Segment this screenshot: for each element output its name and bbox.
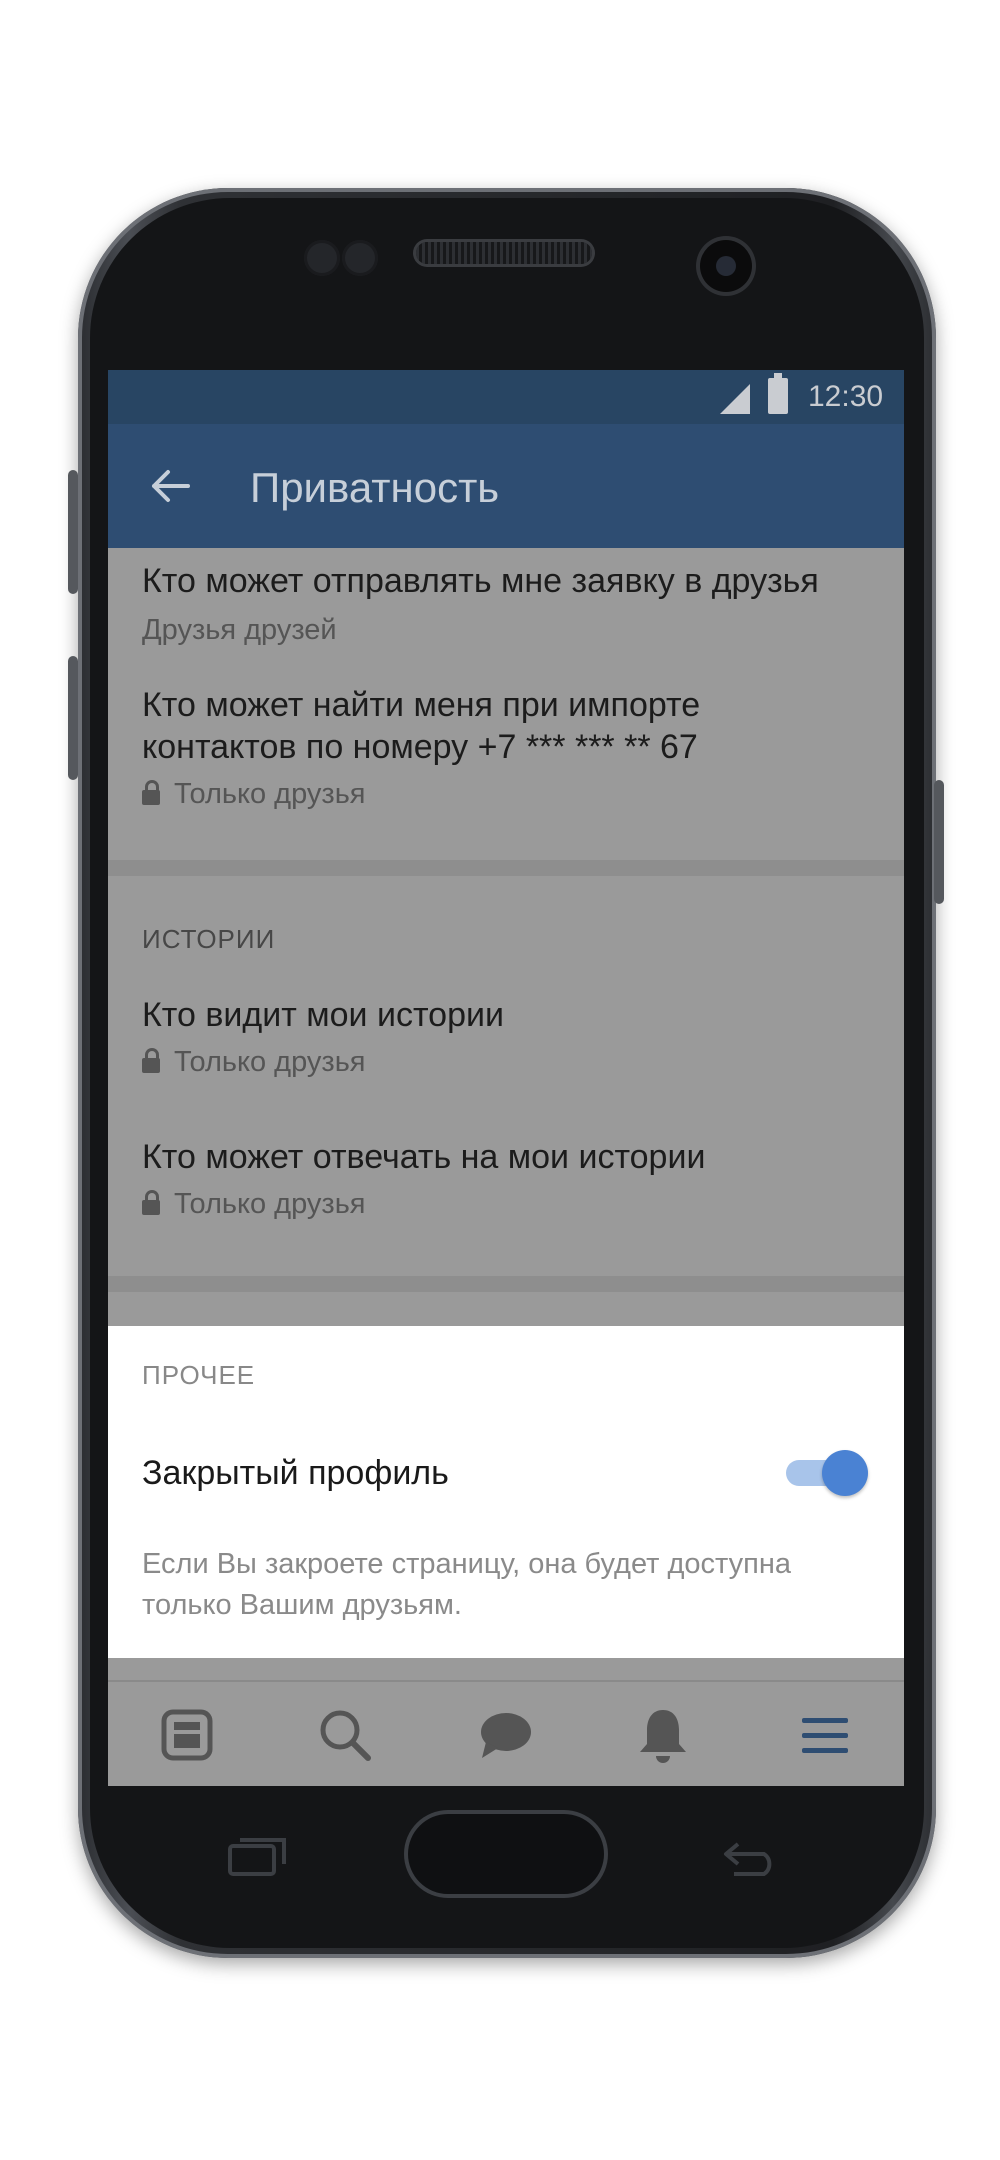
light-sensor: [342, 240, 378, 276]
home-button[interactable]: [408, 1814, 604, 1894]
phone-screen: 12:30 Приватность Кто может отправлять м…: [108, 370, 904, 1786]
setting-value: Друзья друзей: [142, 614, 337, 646]
section-header-stories: ИСТОРИИ: [142, 924, 276, 954]
bell-icon[interactable]: [634, 1706, 692, 1764]
lock-icon: [142, 1190, 160, 1215]
settings-item-contact-import[interactable]: Кто может найти меня при импорте контакт…: [108, 678, 904, 838]
section-header-other: ПРОЧЕЕ: [142, 1360, 256, 1390]
volume-up-button: [68, 470, 78, 594]
power-button: [934, 780, 944, 904]
setting-value: Только друзья: [142, 1046, 366, 1079]
front-camera: [700, 240, 752, 292]
setting-title: Кто видит мои истории: [142, 996, 504, 1034]
hardware-back-icon[interactable]: [720, 1834, 784, 1878]
menu-icon[interactable]: [796, 1706, 854, 1764]
toggle-knob: [822, 1450, 868, 1496]
setting-title-line-1: Кто может найти меня при импорте: [142, 686, 701, 724]
setting-value: Только друзья: [142, 1188, 366, 1221]
search-icon[interactable]: [316, 1706, 374, 1764]
battery-icon: [768, 373, 788, 414]
section-divider: [108, 860, 904, 876]
section-divider: [108, 1276, 904, 1292]
volume-down-button: [68, 656, 78, 780]
setting-title: Кто может отвечать на мои истории: [142, 1138, 706, 1176]
settings-item-friend-requests[interactable]: Кто может отправлять мне заявку в друзья…: [108, 548, 904, 658]
settings-item-story-replies[interactable]: Кто может отвечать на мои истории Только…: [108, 1130, 904, 1240]
setting-title: Кто может отправлять мне заявку в друзья: [142, 562, 819, 600]
proximity-sensor: [304, 240, 340, 276]
news-feed-icon[interactable]: [158, 1706, 216, 1764]
status-time: 12:30: [808, 380, 884, 413]
setting-value: Только друзья: [142, 778, 366, 811]
arrow-left-icon[interactable]: [148, 464, 192, 508]
closed-profile-label: Закрытый профиль: [142, 1454, 449, 1492]
recent-apps-icon[interactable]: [226, 1834, 290, 1878]
bottom-navigation: [108, 1680, 904, 1786]
cell-signal-icon: [720, 384, 750, 414]
bottom-sheet-other: ПРОЧЕЕ Закрытый профиль Если Вы закроете…: [108, 1326, 904, 1658]
settings-item-who-sees-stories[interactable]: Кто видит мои истории Только друзья: [108, 988, 904, 1098]
chat-bubble-icon[interactable]: [476, 1706, 534, 1764]
setting-title-line-2: контактов по номеру +7 *** *** ** 67: [142, 728, 698, 766]
status-bar: 12:30: [108, 370, 904, 424]
earpiece-speaker: [416, 242, 592, 264]
closed-profile-toggle[interactable]: [786, 1450, 868, 1496]
closed-profile-hint: Если Вы закроете страницу, она будет дос…: [142, 1548, 791, 1621]
lock-icon: [142, 780, 160, 805]
lock-icon: [142, 1048, 160, 1073]
page-title: Приватность: [250, 464, 500, 511]
toolbar: Приватность: [108, 424, 904, 548]
